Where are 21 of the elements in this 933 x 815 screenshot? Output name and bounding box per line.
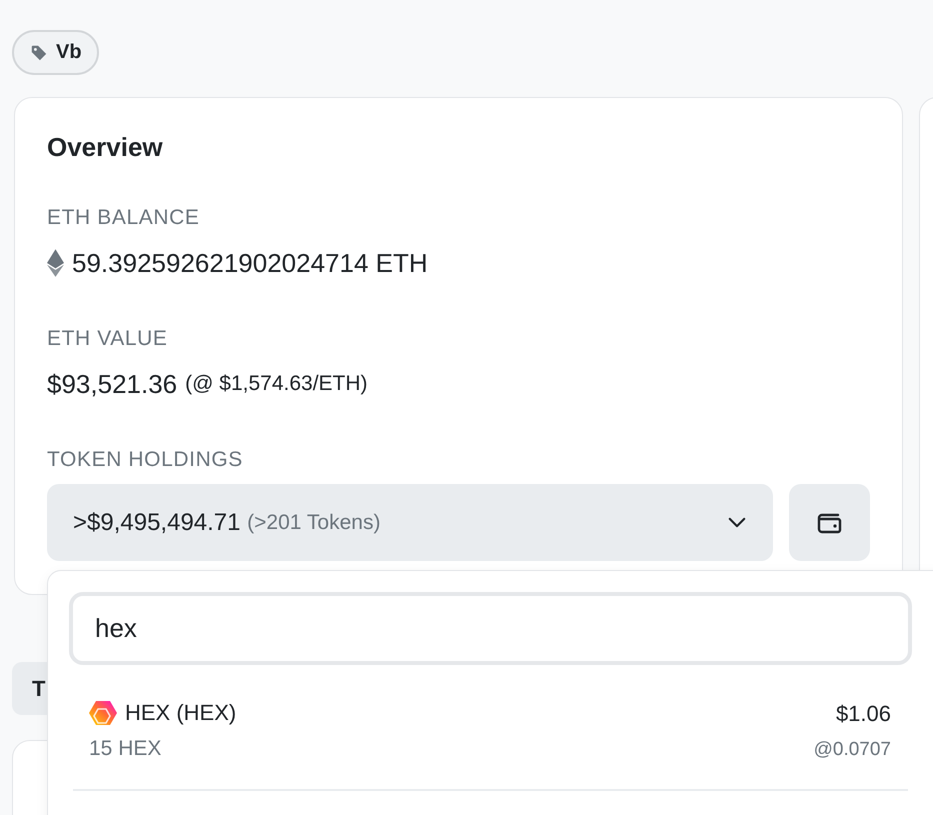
eth-value-amount: $93,521.36 <box>47 368 178 401</box>
wallet-button[interactable] <box>789 484 870 561</box>
field-label: TOKEN HOLDINGS <box>47 447 244 473</box>
wallet-icon <box>816 512 844 534</box>
tag-icon <box>30 44 48 62</box>
token-name: HEX (HEX) <box>125 699 236 727</box>
token-item[interactable]: HEX (HEX) 15 HEX $1.06 @0.0707 <box>89 699 891 763</box>
ethereum-icon <box>47 249 64 277</box>
search-field[interactable]: hex <box>69 592 912 665</box>
token-value: $1.06 <box>836 700 891 728</box>
token-holdings-select[interactable]: >$9,495,494.71 (>201 Tokens) <box>47 484 773 561</box>
tag-chip[interactable]: Vb <box>12 30 99 75</box>
token-price: @0.0707 <box>814 738 891 762</box>
eth-balance-value: 59.392592621902024714 ETH <box>72 247 428 280</box>
field-label: ETH BALANCE <box>47 205 200 231</box>
hexagon-logo-icon <box>89 700 117 726</box>
card-title: Overview <box>47 131 164 164</box>
token-amount: 15 HEX <box>89 736 162 762</box>
eth-price-rate: (@ $1,574.63/ETH) <box>185 371 368 397</box>
field-label: ETH VALUE <box>47 326 169 352</box>
tag-label: Vb <box>56 41 82 64</box>
